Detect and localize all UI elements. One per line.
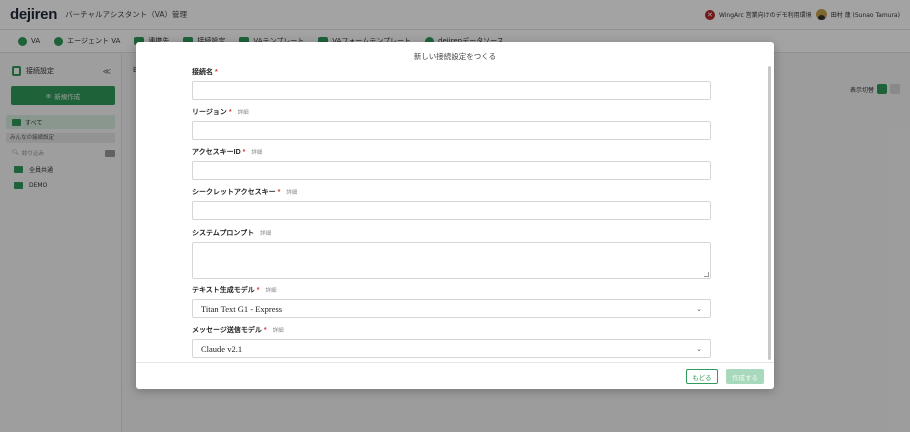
dialog-body: 接続名 * リージョン * 詳細 アクセスキーID * 詳細 シークレットアクセ… bbox=[136, 62, 768, 362]
detail-link[interactable]: 詳細 bbox=[273, 326, 284, 334]
field-label: 接続名 bbox=[192, 69, 213, 76]
field-label: テキスト生成モデル bbox=[192, 287, 255, 294]
chevron-down-icon: ⌄ bbox=[696, 304, 702, 313]
field-label: アクセスキーID bbox=[192, 149, 241, 156]
connection-name-input[interactable] bbox=[192, 81, 711, 100]
field-text-generation-model: テキスト生成モデル * 詳細 Titan Text G1 - Express ⌄ bbox=[192, 285, 711, 318]
secret-access-key-input[interactable] bbox=[192, 201, 711, 220]
resize-handle-icon[interactable] bbox=[704, 272, 709, 277]
region-input[interactable] bbox=[192, 121, 711, 140]
text-generation-model-select[interactable]: Titan Text G1 - Express ⌄ bbox=[192, 299, 711, 318]
field-access-key-id: アクセスキーID * 詳細 bbox=[192, 147, 711, 180]
field-label: リージョン bbox=[192, 109, 227, 116]
dialog-scrollbar[interactable] bbox=[768, 66, 771, 360]
selected-value: Titan Text G1 - Express bbox=[201, 303, 283, 314]
access-key-id-input[interactable] bbox=[192, 161, 711, 180]
chevron-down-icon: ⌄ bbox=[696, 344, 702, 353]
required-mark: * bbox=[228, 108, 232, 116]
detail-link[interactable]: 詳細 bbox=[251, 148, 262, 156]
new-connection-dialog: 新しい接続設定をつくる 接続名 * リージョン * 詳細 アクセスキーID * … bbox=[136, 42, 774, 389]
field-region: リージョン * 詳細 bbox=[192, 107, 711, 140]
selected-value: Claude v2.1 bbox=[201, 343, 243, 354]
field-secret-access-key: シークレットアクセスキー * 詳細 bbox=[192, 187, 711, 220]
field-label: メッセージ送信モデル bbox=[192, 327, 262, 334]
back-button[interactable]: もどる bbox=[686, 369, 718, 384]
create-button[interactable]: 作成する bbox=[726, 369, 764, 384]
detail-link[interactable]: 詳細 bbox=[238, 108, 249, 116]
field-connection-name: 接続名 * bbox=[192, 67, 711, 100]
field-system-prompt: システムプロンプト 詳細 bbox=[192, 228, 711, 279]
field-label: シークレットアクセスキー bbox=[192, 189, 276, 196]
required-mark: * bbox=[277, 188, 281, 196]
field-label: システムプロンプト bbox=[192, 230, 255, 237]
required-mark: * bbox=[256, 286, 260, 294]
message-model-select[interactable]: Claude v2.1 ⌄ bbox=[192, 339, 711, 358]
field-message-model: メッセージ送信モデル * 詳細 Claude v2.1 ⌄ bbox=[192, 325, 711, 358]
required-mark: * bbox=[263, 326, 267, 334]
system-prompt-textarea[interactable] bbox=[192, 242, 711, 279]
detail-link[interactable]: 詳細 bbox=[286, 188, 297, 196]
detail-link[interactable]: 詳細 bbox=[260, 229, 271, 237]
detail-link[interactable]: 詳細 bbox=[266, 286, 277, 294]
dialog-title: 新しい接続設定をつくる bbox=[413, 52, 497, 61]
dialog-footer: もどる 作成する bbox=[136, 362, 774, 389]
required-mark: * bbox=[242, 148, 246, 156]
required-mark: * bbox=[215, 68, 218, 76]
